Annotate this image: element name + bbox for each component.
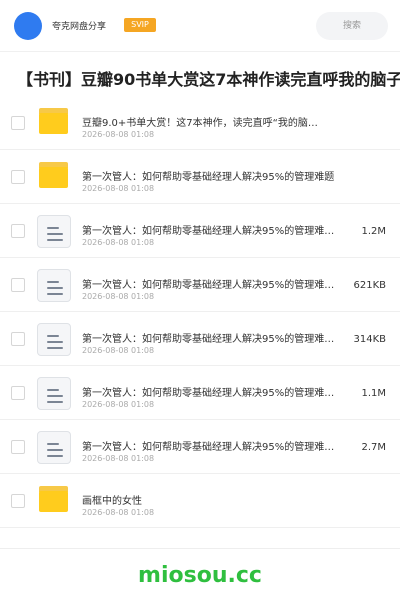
document-icon (37, 269, 71, 302)
document-icon (37, 323, 71, 356)
file-size: 314KB (353, 334, 386, 345)
document-icon (37, 431, 71, 464)
svip-badge: SVIP (124, 18, 156, 32)
file-list: 豆瓣9.0+书单大赏！这7本神作，读完直呼“我的脑… 2026-08-08 01… (0, 96, 400, 528)
row-checkbox[interactable] (11, 278, 25, 292)
row-checkbox[interactable] (11, 170, 25, 184)
file-row[interactable]: 第一次管人：如何帮助零基础经理人解决95%的管理难… 2026-08-08 01… (0, 366, 400, 420)
page-title: 【书刊】豆瓣90书单大赏这7本神作读完直呼我的脑子被开 (17, 70, 400, 89)
file-row[interactable]: 第一次管人：如何帮助零基础经理人解决95%的管理难题 2026-08-08 01… (0, 150, 400, 204)
file-size: 621KB (353, 280, 386, 291)
footer-divider (0, 548, 400, 549)
file-size: 1.1M (361, 388, 386, 399)
app-header: 夸克网盘分享 SVIP 搜索 (0, 0, 400, 52)
file-date: 2026-08-08 01:08 (82, 454, 155, 463)
file-date: 2026-08-08 01:08 (82, 400, 155, 409)
watermark: miosou.cc (138, 563, 262, 588)
row-checkbox[interactable] (11, 386, 25, 400)
file-row[interactable]: 第一次管人：如何帮助零基础经理人解决95%的管理难… 2026-08-08 01… (0, 258, 400, 312)
row-checkbox[interactable] (11, 332, 25, 346)
file-date: 2026-08-08 01:08 (82, 346, 155, 355)
document-icon (37, 377, 71, 410)
file-name[interactable]: 第一次管人：如何帮助零基础经理人解决95%的管理难… (82, 438, 357, 453)
folder-icon (39, 486, 68, 512)
file-row[interactable]: 第一次管人：如何帮助零基础经理人解决95%的管理难… 2026-08-08 01… (0, 204, 400, 258)
file-date: 2026-08-08 01:08 (82, 130, 155, 139)
file-name[interactable]: 豆瓣9.0+书单大赏！这7本神作，读完直呼“我的脑… (82, 114, 357, 129)
row-checkbox[interactable] (11, 494, 25, 508)
file-row[interactable]: 第一次管人：如何帮助零基础经理人解决95%的管理难… 2026-08-08 01… (0, 312, 400, 366)
file-date: 2026-08-08 01:08 (82, 508, 155, 517)
file-size: 1.2M (361, 226, 386, 237)
document-icon (37, 215, 71, 248)
username[interactable]: 夸克网盘分享 (52, 19, 106, 32)
file-name[interactable]: 第一次管人：如何帮助零基础经理人解决95%的管理难… (82, 330, 357, 345)
row-checkbox[interactable] (11, 224, 25, 238)
file-name[interactable]: 第一次管人：如何帮助零基础经理人解决95%的管理难… (82, 276, 357, 291)
file-name[interactable]: 第一次管人：如何帮助零基础经理人解决95%的管理难题 (82, 168, 357, 183)
file-name[interactable]: 画框中的女性 (82, 492, 357, 507)
file-date: 2026-08-08 01:08 (82, 292, 155, 301)
folder-icon (39, 108, 68, 134)
file-name[interactable]: 第一次管人：如何帮助零基础经理人解决95%的管理难… (82, 222, 357, 237)
avatar[interactable] (14, 12, 42, 40)
file-row[interactable]: 第一次管人：如何帮助零基础经理人解决95%的管理难… 2026-08-08 01… (0, 420, 400, 474)
file-size: 2.7M (361, 442, 386, 453)
search-input[interactable]: 搜索 (316, 12, 388, 40)
file-row[interactable]: 豆瓣9.0+书单大赏！这7本神作，读完直呼“我的脑… 2026-08-08 01… (0, 96, 400, 150)
file-date: 2026-08-08 01:08 (82, 184, 155, 193)
row-checkbox[interactable] (11, 440, 25, 454)
file-row[interactable]: 画框中的女性 2026-08-08 01:08 (0, 474, 400, 528)
file-date: 2026-08-08 01:08 (82, 238, 155, 247)
folder-icon (39, 162, 68, 188)
file-name[interactable]: 第一次管人：如何帮助零基础经理人解决95%的管理难… (82, 384, 357, 399)
row-checkbox[interactable] (11, 116, 25, 130)
